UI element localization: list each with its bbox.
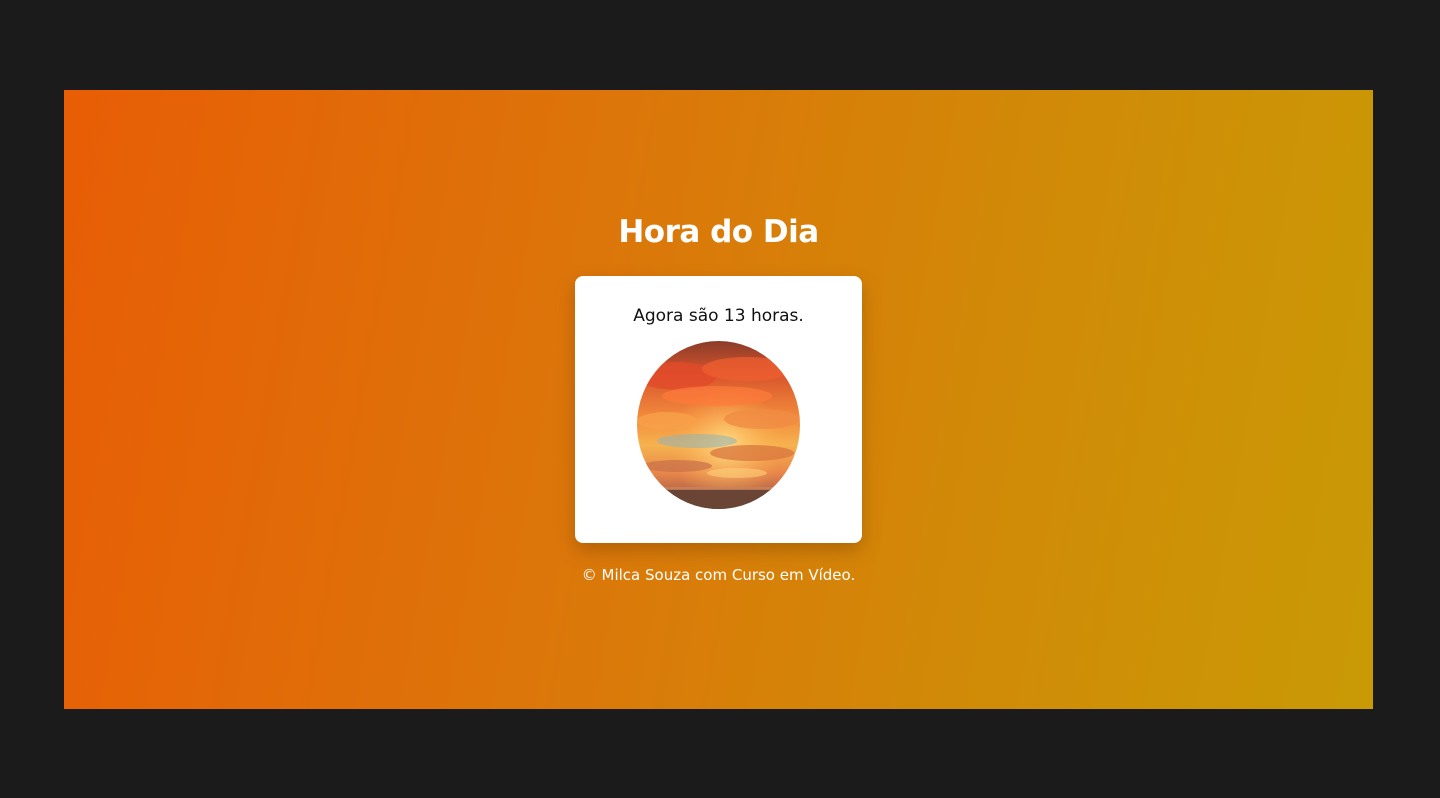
footer-credit: © Milca Souza com Curso em Vídeo.: [581, 566, 856, 584]
sunset-image: [637, 341, 800, 509]
time-message: Agora são 13 horas.: [633, 306, 804, 326]
page-container: Hora do Dia Agora são 13 horas. © Milca …: [64, 90, 1373, 709]
sunset-image-graphic: [637, 341, 800, 509]
time-card: Agora são 13 horas.: [575, 276, 862, 543]
page-title: Hora do Dia: [618, 214, 819, 250]
